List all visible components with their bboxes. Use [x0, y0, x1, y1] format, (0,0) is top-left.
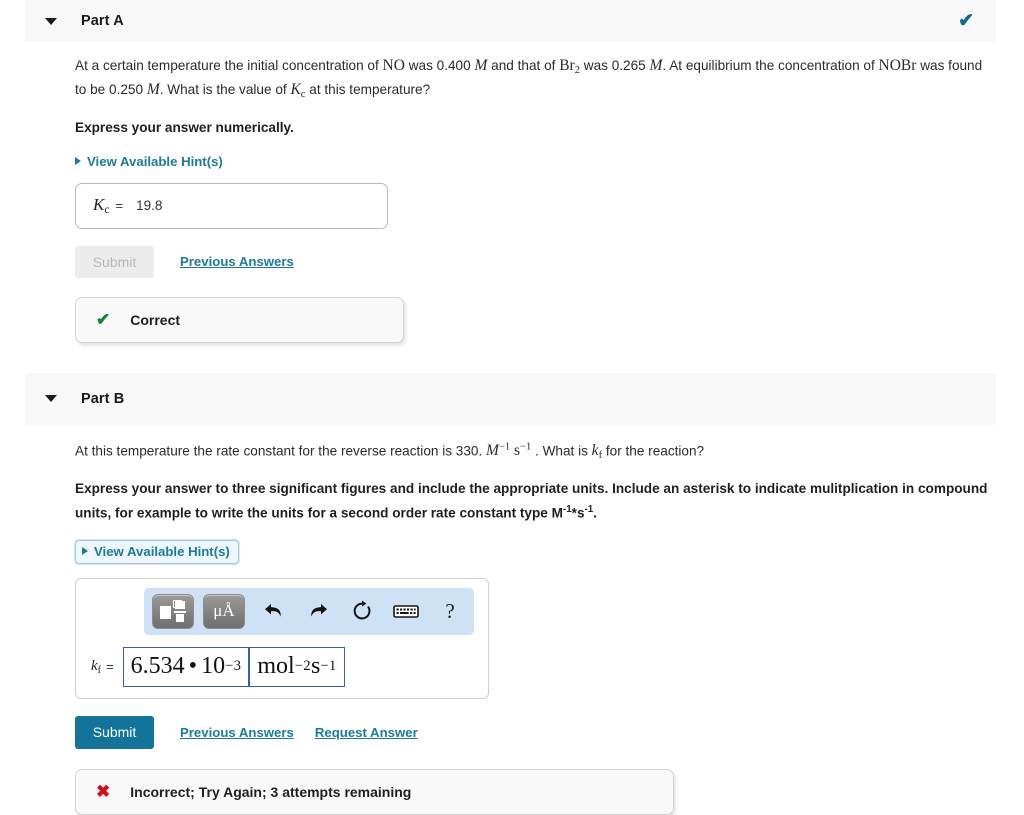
q-a-suffix: at this temperature? — [305, 81, 431, 97]
part-a-answer-symbol-base: K — [93, 195, 105, 215]
part-b-answer-symbol: kf — [91, 658, 101, 676]
part-b-body: At this temperature the rate constant fo… — [0, 425, 1024, 815]
part-a-body: At a certain temperature the initial con… — [0, 42, 1024, 343]
part-b-value-multiply-dot: • — [188, 653, 198, 680]
q-a-mid6: . What is the value of — [159, 81, 291, 97]
symbol-kc-base: K — [290, 80, 301, 98]
redo-icon[interactable] — [298, 594, 338, 628]
part-b-header[interactable]: Part B — [25, 372, 996, 425]
part-b-instruction-exp1: -1 — [562, 504, 572, 516]
part-a-hint-row: View Available Hint(s) — [75, 138, 994, 169]
units-button-label: μÅ — [213, 601, 235, 621]
math-toolbar: μÅ ? — [144, 587, 474, 635]
part-b-request-answer-link[interactable]: Request Answer — [315, 725, 418, 740]
part-b-units-mol-exponent: −2 — [294, 658, 312, 675]
part-b-units-input[interactable]: mol −2 s −1 — [249, 646, 345, 687]
unit-molar-1: M — [474, 57, 488, 74]
q-b-prefix: At this temperature the rate constant fo… — [75, 443, 487, 459]
units-micro-angstrom-button[interactable]: μÅ — [203, 593, 245, 629]
part-a-submit-button[interactable]: Submit — [75, 245, 154, 278]
q-a-mid3: was 0.265 — [579, 58, 650, 73]
species-br2: Br2 — [559, 57, 580, 76]
part-b-instruction: Express your answer to three significant… — [75, 465, 994, 524]
part-b-units-mol: mol — [257, 653, 295, 680]
part-a-answer-field[interactable]: Kc = 19.8 — [75, 182, 388, 229]
q-a-prefix: At a certain temperature the initial con… — [75, 58, 383, 73]
expand-triangle-icon — [82, 546, 88, 555]
part-a-section: Part A ✔ At a certain temperature the in… — [0, 0, 1024, 343]
part-b-instruction-end: . — [593, 505, 597, 521]
part-a-title: Part A — [81, 13, 124, 29]
part-a-feedback-correct: ✔ Correct — [75, 296, 404, 343]
keyboard-icon[interactable] — [386, 594, 426, 628]
collapse-caret-icon[interactable] — [45, 395, 57, 403]
part-b-feedback-incorrect: ✖ Incorrect; Try Again; 3 attempts remai… — [75, 768, 674, 815]
part-b-units-s: s — [311, 653, 321, 680]
part-b-answer-line: kf = 6.534 • 10 −3 mol −2 s −1 — [86, 646, 478, 687]
part-b-answer-symbol-sub: f — [97, 664, 102, 676]
unit-s-exp: −1 — [520, 441, 532, 453]
unit-m-exp: −1 — [498, 441, 511, 453]
part-b-instruction-line1: Express your answer to three significant… — [75, 481, 915, 497]
part-b-value-base: 10 — [201, 653, 226, 680]
part-a-submit-row: Submit Previous Answers — [75, 229, 994, 278]
undo-icon[interactable] — [254, 594, 294, 628]
part-b-previous-answers-link[interactable]: Previous Answers — [180, 725, 294, 740]
collapse-caret-icon[interactable] — [45, 17, 57, 25]
species-br2-base: Br — [559, 57, 575, 74]
part-a-answer-symbol: Kc — [93, 195, 109, 216]
part-a-previous-answers-link[interactable]: Previous Answers — [180, 254, 294, 269]
part-a-answer-symbol-sub: c — [104, 203, 110, 217]
part-b-equals-sign: = — [106, 659, 114, 675]
expand-triangle-icon — [75, 156, 81, 165]
part-a-feedback-text: Correct — [130, 311, 181, 328]
part-b-view-hints-link[interactable]: View Available Hint(s) — [75, 539, 239, 564]
part-b-submit-button[interactable]: Submit — [75, 715, 154, 749]
q-a-mid1: was 0.400 — [404, 58, 475, 73]
part-b-math-entry-panel: μÅ ? kf = 6.534 • 10 −3 mol −2 s −1 — [75, 577, 489, 699]
species-no: NO — [382, 57, 405, 74]
part-a-header[interactable]: Part A ✔ — [25, 0, 996, 42]
part-b-value-mantissa: 6.534 — [130, 653, 185, 680]
part-b-answer-symbol-base: k — [91, 657, 98, 674]
part-b-submit-row: Submit Previous Answers Request Answer — [75, 699, 994, 749]
unit-molar-3: M — [146, 80, 160, 98]
part-a-question-text: At a certain temperature the initial con… — [75, 42, 994, 104]
correct-check-icon: ✔ — [96, 310, 111, 330]
species-nobr: NOBr — [878, 57, 917, 74]
reset-icon[interactable] — [342, 594, 382, 628]
part-b-instruction-mid: *s — [571, 505, 585, 521]
part-b-value-exponent: −3 — [225, 658, 242, 675]
symbol-kf: kf — [591, 442, 602, 461]
part-a-view-hints-link[interactable]: View Available Hint(s) — [75, 154, 223, 169]
part-b-units-s-exponent: −1 — [320, 658, 337, 675]
part-b-hint-label: View Available Hint(s) — [94, 543, 230, 559]
part-a-complete-check-icon: ✔ — [958, 10, 974, 32]
unit-m-base: M — [486, 442, 499, 460]
q-a-mid4: . At equilibrium the concentration of — [662, 58, 879, 73]
symbol-kc: Kc — [290, 80, 305, 100]
q-b-mid: . What is — [531, 443, 592, 459]
part-b-value-input[interactable]: 6.534 • 10 −3 — [122, 646, 250, 687]
q-a-mid2: and that of — [487, 58, 560, 73]
template-glyph — [160, 600, 186, 623]
part-a-hint-label: View Available Hint(s) — [87, 153, 223, 169]
incorrect-cross-icon: ✖ — [96, 782, 111, 802]
part-b-feedback-text: Incorrect; Try Again; 3 attempts remaini… — [130, 783, 412, 800]
part-b-instruction-exp2: -1 — [584, 504, 594, 516]
part-b-hint-row: View Available Hint(s) — [75, 524, 994, 564]
unit-molar-2: M — [649, 57, 663, 74]
help-icon[interactable]: ? — [430, 594, 470, 628]
q-b-suffix: for the reaction? — [602, 443, 705, 459]
symbol-kf-base: k — [591, 442, 599, 460]
part-b-question-text: At this temperature the rate constant fo… — [75, 425, 994, 465]
template-icon[interactable] — [152, 593, 194, 629]
part-a-instruction: Express your answer numerically. — [75, 119, 294, 135]
part-b-title: Part B — [81, 390, 125, 407]
unit-m-inverse: M−1 — [486, 442, 510, 459]
unit-s-inverse: s−1 — [514, 442, 531, 459]
part-a-answer-value: 19.8 — [136, 198, 163, 214]
part-a-equals-sign: = — [115, 198, 124, 214]
